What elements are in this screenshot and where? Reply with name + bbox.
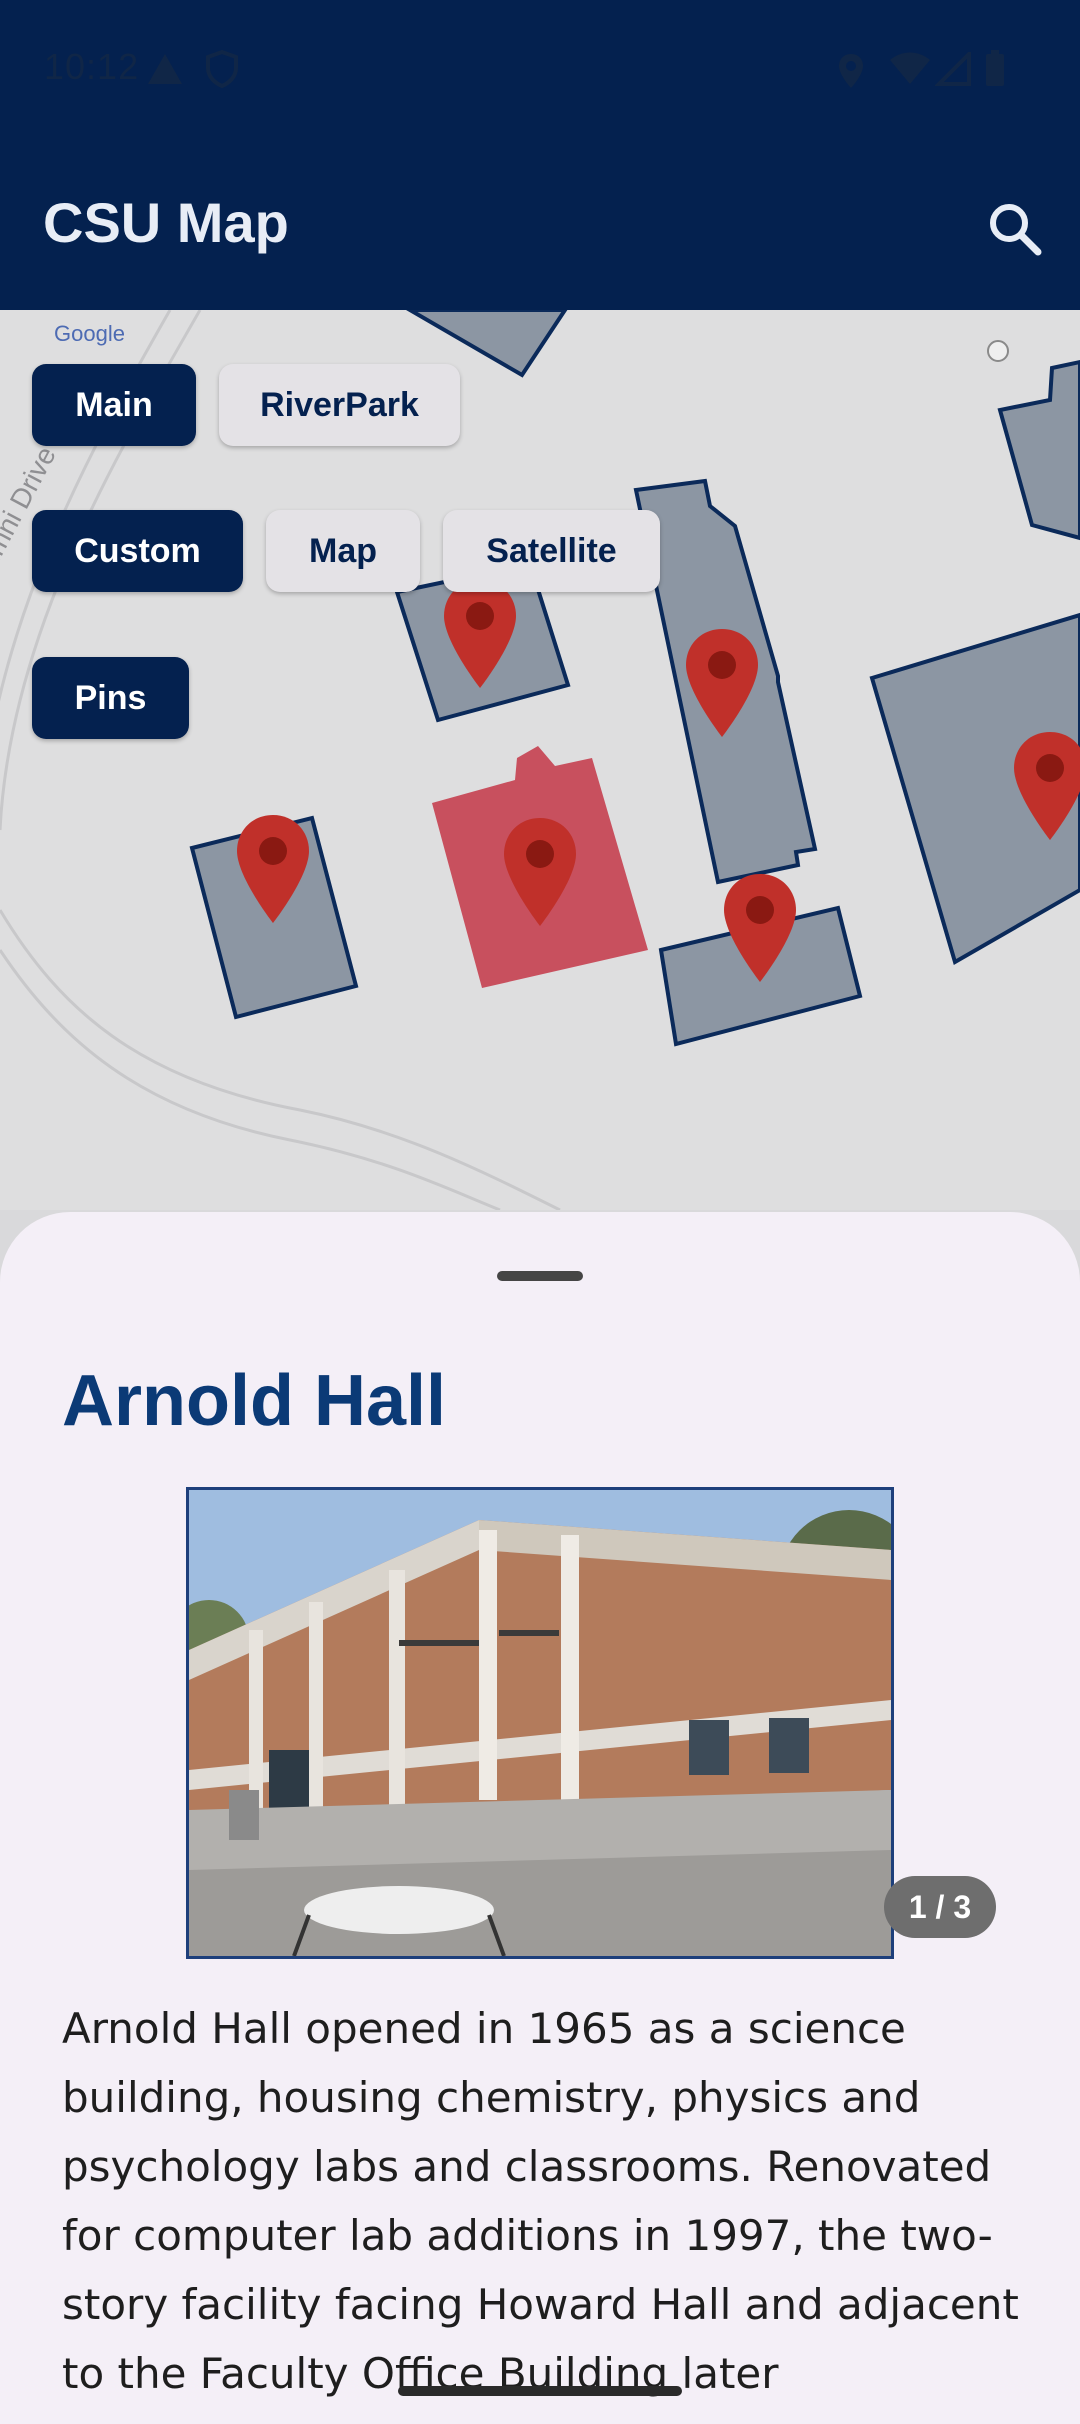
- map-pin-icon[interactable]: [721, 872, 799, 984]
- campus-map[interactable]: Google Alumni Drive Main RiverPark Custo…: [0, 310, 1080, 1210]
- battery-icon: [986, 50, 1004, 86]
- chip-custom[interactable]: Custom: [32, 510, 243, 592]
- map-pin-icon[interactable]: [1011, 730, 1080, 842]
- top-app-bar: CSU Map: [0, 140, 1080, 310]
- building-photo-carousel[interactable]: [186, 1487, 894, 1959]
- chip-satellite[interactable]: Satellite: [443, 510, 660, 592]
- wifi-icon: [890, 52, 930, 84]
- chip-map[interactable]: Map: [266, 510, 420, 592]
- map-pin-icon[interactable]: [234, 813, 312, 925]
- chip-pins[interactable]: Pins: [32, 657, 189, 739]
- shield-icon: [206, 50, 238, 88]
- building[interactable]: [997, 359, 1080, 541]
- compass-icon[interactable]: [987, 340, 1009, 362]
- status-bar: 10:12: [0, 0, 1080, 140]
- chip-riverpark[interactable]: RiverPark: [219, 364, 460, 446]
- building-info-sheet[interactable]: Arnold Hall 1 / 3 Arnold Hall opened in …: [0, 1212, 1080, 2424]
- search-icon: [990, 204, 1042, 256]
- signal-icon: [935, 52, 971, 86]
- map-pin-icon[interactable]: [683, 627, 761, 739]
- location-icon: [839, 54, 863, 88]
- image-counter-badge: 1 / 3: [884, 1876, 996, 1938]
- sheet-drag-handle[interactable]: [497, 1271, 583, 1281]
- map-attribution: Google: [54, 321, 125, 346]
- map-pin-icon[interactable]: [441, 578, 519, 690]
- building-title: Arnold Hall: [62, 1361, 447, 1441]
- chip-main[interactable]: Main: [32, 364, 196, 446]
- building-description: Arnold Hall opened in 1965 as a science …: [62, 2004, 1019, 2398]
- warning-icon: [148, 54, 182, 84]
- app-title: CSU Map: [43, 191, 289, 254]
- building-photo: [189, 1490, 891, 1956]
- search-button[interactable]: [980, 194, 1050, 264]
- gesture-nav-bar[interactable]: [398, 2386, 682, 2396]
- status-time: 10:12: [44, 46, 140, 87]
- map-pin-icon[interactable]: [501, 816, 579, 928]
